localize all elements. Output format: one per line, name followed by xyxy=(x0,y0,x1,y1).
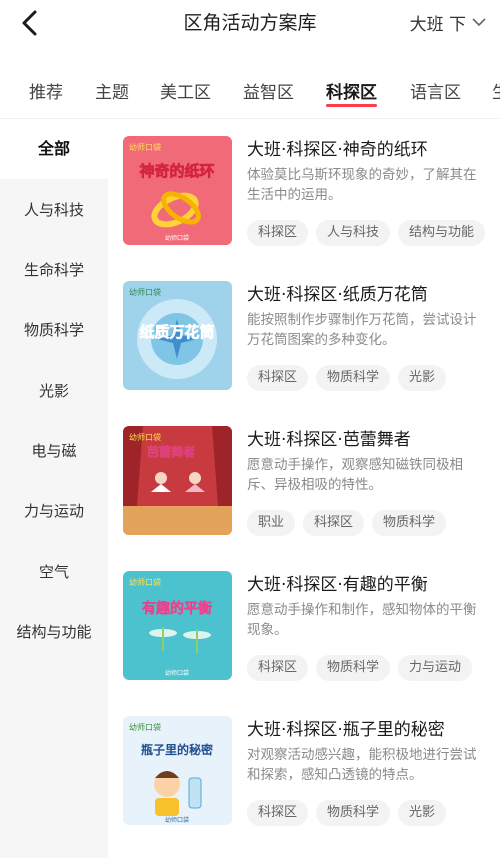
tag[interactable]: 人与科技 xyxy=(316,220,391,246)
card-title: 大班·科探区·瓶子里的秘密 xyxy=(247,720,445,740)
tag[interactable]: 物质科学 xyxy=(316,655,391,681)
card-description: 对观察活动感兴趣，能积极地进行尝试和探索，感知凸透镜的特点。 xyxy=(247,747,477,783)
card-tags: 职业 科探区 物质科学 xyxy=(247,510,447,536)
sidebar-item-tech[interactable]: 人与科技 xyxy=(0,199,108,220)
tag[interactable]: 物质科学 xyxy=(316,800,391,826)
card-tags: 科探区 物质科学 力与运动 xyxy=(247,655,473,681)
sidebar-item-life-science[interactable]: 生命科学 xyxy=(0,259,108,280)
activity-card[interactable]: 幼师口袋 瓶子里的秘密 幼师口袋 大班·科探区·瓶子里的秘密 对观察活动感兴趣，… xyxy=(123,699,500,829)
sidebar-item-air[interactable]: 空气 xyxy=(0,561,108,582)
tab-theme[interactable]: 主题 xyxy=(95,78,129,103)
sidebar-item-all[interactable]: 全部 xyxy=(0,119,108,179)
thumb-title: 有趣的平衡 xyxy=(142,600,212,617)
activity-card[interactable]: 幼师口袋 芭蕾舞者 大班·科探区·芭蕾舞者 愿意动手操作，观察感知磁铁同极相斥、… xyxy=(123,409,500,539)
card-description: 能按照制作步骤制作万花筒，尝试设计万花筒图案的多种变化。 xyxy=(247,312,477,348)
sidebar-item-electromagnetism[interactable]: 电与磁 xyxy=(0,440,108,461)
sidebar: 全部 人与科技 生命科学 物质科学 光影 电与磁 力与运动 空气 结构与功能 xyxy=(0,119,108,858)
tag[interactable]: 科探区 xyxy=(247,220,309,246)
tag[interactable]: 力与运动 xyxy=(398,655,473,681)
brand-logo: 幼师口袋 xyxy=(129,722,161,732)
activity-card[interactable]: 幼师口袋 神奇的纸环 幼师口袋 大班·科探区·神奇的纸环 体验莫比乌斯环现象的奇… xyxy=(123,119,500,249)
thumb-footer: 幼师口袋 xyxy=(165,669,189,677)
brand-logo: 幼师口袋 xyxy=(129,432,161,442)
sidebar-item-structure[interactable]: 结构与功能 xyxy=(0,621,108,642)
card-thumbnail: 幼师口袋 神奇的纸环 幼师口袋 xyxy=(123,136,232,245)
brand-logo: 幼师口袋 xyxy=(129,142,161,152)
card-thumbnail: 幼师口袋 有趣的平衡 幼师口袋 xyxy=(123,571,232,680)
thumb-title: 纸质万花筒 xyxy=(139,323,214,341)
card-thumbnail: 幼师口袋 纸质万花筒 xyxy=(123,281,232,390)
category-tabs: 推荐 主题 美工区 益智区 科探区 语言区 生 xyxy=(0,62,500,118)
card-title: 大班·科探区·纸质万花筒 xyxy=(247,285,428,305)
card-title: 大班·科探区·神奇的纸环 xyxy=(247,140,428,160)
card-title: 大班·科探区·芭蕾舞者 xyxy=(247,430,411,450)
chevron-down-icon xyxy=(472,18,486,27)
card-description: 愿意动手操作，观察感知磁铁同极相斥、异极相吸的特性。 xyxy=(247,457,463,493)
tag[interactable]: 科探区 xyxy=(247,365,309,391)
sidebar-item-light[interactable]: 光影 xyxy=(0,380,108,401)
thumb-footer: 幼师口袋 xyxy=(165,234,189,242)
card-thumbnail: 幼师口袋 芭蕾舞者 xyxy=(123,426,232,535)
card-title: 大班·科探区·有趣的平衡 xyxy=(247,575,428,595)
tab-recommend[interactable]: 推荐 xyxy=(29,78,63,103)
tag[interactable]: 物质科学 xyxy=(316,365,391,391)
card-tags: 科探区 物质科学 光影 xyxy=(247,365,447,391)
sidebar-item-matter-science[interactable]: 物质科学 xyxy=(0,319,108,340)
tab-puzzle-area[interactable]: 益智区 xyxy=(243,78,294,103)
activity-list: 幼师口袋 神奇的纸环 幼师口袋 大班·科探区·神奇的纸环 体验莫比乌斯环现象的奇… xyxy=(108,119,500,858)
tab-art-area[interactable]: 美工区 xyxy=(160,78,211,103)
tag[interactable]: 物质科学 xyxy=(372,510,447,536)
tab-more[interactable]: 生 xyxy=(492,78,500,103)
tag[interactable]: 科探区 xyxy=(247,655,309,681)
thumb-title: 芭蕾舞者 xyxy=(147,444,195,459)
tag[interactable]: 科探区 xyxy=(303,510,365,536)
tag[interactable]: 科探区 xyxy=(247,800,309,826)
brand-logo: 幼师口袋 xyxy=(129,577,161,587)
thumb-title: 神奇的纸环 xyxy=(139,162,214,180)
grade-label: 大班 下 xyxy=(409,15,466,35)
thumb-title: 瓶子里的秘密 xyxy=(141,742,213,757)
card-tags: 科探区 人与科技 结构与功能 xyxy=(247,220,486,246)
sidebar-item-force-motion[interactable]: 力与运动 xyxy=(0,500,108,521)
tag[interactable]: 光影 xyxy=(398,365,447,391)
card-thumbnail: 幼师口袋 瓶子里的秘密 幼师口袋 xyxy=(123,716,232,825)
card-description: 体验莫比乌斯环现象的奇妙，了解其在生活中的运用。 xyxy=(247,167,477,203)
brand-logo: 幼师口袋 xyxy=(129,287,161,297)
grade-selector[interactable]: 大班 下 xyxy=(410,10,486,35)
card-description: 愿意动手操作和制作，感知物体的平衡现象。 xyxy=(247,602,477,638)
top-bar: 区角活动方案库 大班 下 xyxy=(0,0,500,48)
tab-science-area[interactable]: 科探区 xyxy=(326,78,377,107)
activity-card[interactable]: 幼师口袋 纸质万花筒 大班·科探区·纸质万花筒 能按照制作步骤制作万花筒，尝试设… xyxy=(123,264,500,394)
activity-card[interactable]: 幼师口袋 有趣的平衡 幼师口袋 大班·科探区·有趣的平衡 愿意动手操作和制作，感… xyxy=(123,554,500,684)
tab-language-area[interactable]: 语言区 xyxy=(410,78,461,103)
card-tags: 科探区 物质科学 光影 xyxy=(247,800,447,826)
tag[interactable]: 光影 xyxy=(398,800,447,826)
tag[interactable]: 职业 xyxy=(247,510,296,536)
thumb-footer: 幼师口袋 xyxy=(165,816,189,824)
tag[interactable]: 结构与功能 xyxy=(398,220,486,246)
